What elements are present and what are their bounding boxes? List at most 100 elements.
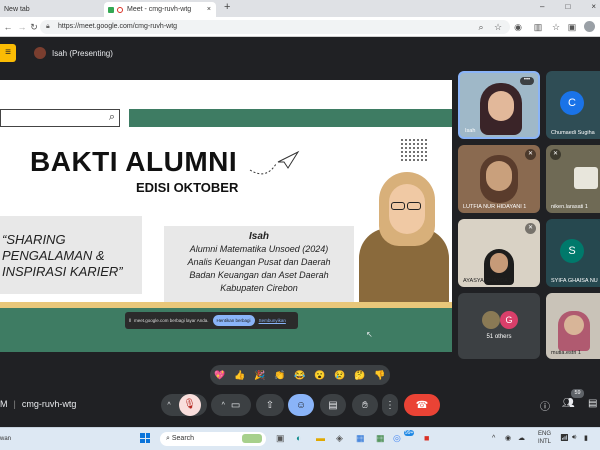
split-screen-icon[interactable]: ▥	[532, 17, 544, 37]
volume-icon[interactable]: 🔊︎	[572, 434, 576, 442]
others-tile[interactable]: G 51 others	[458, 293, 540, 359]
notification-badge: 99+	[404, 430, 415, 436]
more-vert-icon: ⋮	[385, 399, 395, 411]
dot-pattern	[400, 138, 428, 162]
reaction-sad[interactable]: 😢	[334, 370, 345, 381]
present-icon: ⇧	[265, 399, 275, 411]
new-tab-button[interactable]: +	[224, 1, 230, 13]
presenter-avatar	[34, 47, 46, 59]
hide-notice-link[interactable]: Sembunyikan	[259, 318, 286, 323]
others-label: 51 others	[486, 334, 512, 340]
meeting-info: M | cmg-ruvh-wtg	[0, 399, 77, 409]
leave-call-button[interactable]: ☎︎	[404, 394, 440, 416]
participant-tile[interactable]: ✕ AYASYA GHAYDA 1	[458, 219, 540, 287]
task-view-icon[interactable]: ▣	[276, 433, 285, 444]
reaction-laugh[interactable]: 😂	[294, 370, 305, 381]
address-toolbar: ← → ↻ 🔒︎ https://meet.google.com/cmg-ruv…	[0, 17, 600, 37]
edge-icon[interactable]: ◐	[296, 433, 301, 443]
word-icon[interactable]: ▦	[356, 433, 365, 444]
reactions-button[interactable]: ☺	[288, 394, 314, 416]
tab-new-tab[interactable]: New tab	[0, 2, 100, 17]
raise-hand-button[interactable]: ✋︎	[352, 394, 378, 416]
participant-name: AYASYA GHAYDA 1	[463, 278, 513, 284]
start-icon[interactable]	[140, 433, 150, 443]
mic-off-icon[interactable]: 🎙︎	[178, 394, 201, 416]
maximize-button[interactable]: □	[565, 2, 570, 11]
mic-options-chevron-icon[interactable]: ^	[167, 402, 170, 409]
more-options-icon[interactable]: •••	[520, 77, 534, 85]
reaction-thumbs-up[interactable]: 👍	[234, 370, 245, 381]
extension-icon[interactable]: ◉	[512, 17, 524, 37]
share-indicator-icon: ⦀	[129, 318, 131, 323]
language-indicator[interactable]: ENG INTL	[538, 430, 551, 446]
stop-sharing-button[interactable]: Hentikan berbagi	[212, 315, 255, 326]
address-bar[interactable]: 🔒︎ https://meet.google.com/cmg-ruvh-wtg	[40, 20, 510, 34]
minimize-button[interactable]: –	[540, 2, 544, 11]
reaction-clap[interactable]: 👏	[274, 370, 285, 381]
participant-tile[interactable]: S SYIFA GHAISA NU	[546, 219, 600, 287]
app-icon[interactable]: ■	[424, 433, 429, 443]
tab-meet[interactable]: Meet - cmg-ruvh-wtg ×	[104, 2, 216, 17]
more-options-button[interactable]: ⋮	[382, 394, 398, 416]
favorites-icon[interactable]: ☆	[550, 17, 562, 37]
chat-icon[interactable]: ▤	[588, 398, 597, 409]
search-placeholder: Search	[171, 435, 195, 442]
present-screen-button[interactable]: ⇧	[256, 394, 284, 416]
close-window-button[interactable]: ×	[591, 2, 596, 11]
speaker-line: Kabupaten Cirebon	[220, 283, 298, 293]
participant-avatar: S	[560, 239, 584, 263]
reload-icon[interactable]: ↻	[28, 17, 40, 37]
participant-name: mutia.estri 1	[551, 350, 581, 356]
tray-chevron-icon[interactable]: ^	[492, 435, 495, 442]
forward-icon[interactable]: →	[16, 17, 28, 37]
captions-icon: ▤	[328, 399, 338, 411]
participant-name: niken.larasati 1	[551, 204, 588, 210]
emoji-icon: ☺	[295, 399, 307, 411]
file-explorer-icon[interactable]: ▬	[316, 433, 325, 443]
camera-icon[interactable]: ▭	[231, 400, 240, 411]
camera-options-chevron-icon[interactable]: ^	[222, 402, 225, 409]
lang-line: INTL	[538, 439, 552, 445]
reaction-thinking[interactable]: 🤔	[354, 370, 365, 381]
presenter-label: Isah (Presenting)	[52, 48, 113, 58]
participant-tile[interactable]: mutia.estri 1	[546, 293, 600, 359]
paper-plane-icon	[249, 150, 300, 175]
profile-avatar[interactable]	[584, 21, 595, 32]
participant-name: Isah	[465, 128, 476, 134]
quote-line: INSPIRASI KARIER”	[2, 264, 123, 279]
wifi-icon[interactable]: 📶︎	[560, 434, 569, 442]
reaction-surprised[interactable]: 😮	[314, 370, 325, 381]
tray-onedrive-icon[interactable]: ☁︎	[518, 434, 525, 442]
participant-count-badge: 59	[571, 389, 584, 398]
tray-app-icon[interactable]: ◉	[505, 434, 511, 442]
chrome-icon[interactable]: ◎	[393, 433, 401, 444]
close-tab-icon[interactable]: ×	[207, 6, 211, 13]
info-icon[interactable]: ⓘ	[540, 398, 550, 413]
meet-favicon-icon	[108, 6, 114, 13]
taskbar-search[interactable]: ⌕ Search	[160, 432, 266, 446]
window-controls: – □ ×	[540, 2, 596, 11]
store-icon[interactable]: ◈	[336, 433, 343, 444]
end-call-icon: ☎︎	[415, 399, 429, 411]
zoom-icon[interactable]: ⌕	[475, 17, 487, 37]
bookmark-star-icon[interactable]: ☆	[492, 17, 504, 37]
slide-search-box: ⌕	[0, 109, 120, 127]
battery-icon[interactable]: ▮	[584, 434, 588, 442]
captions-button[interactable]: ▤	[320, 394, 346, 416]
collections-icon[interactable]: ▣	[566, 17, 578, 37]
reaction-thumbs-down[interactable]: 👎	[374, 370, 385, 381]
participant-tile[interactable]: ✕ LUTFIA NUR HIDAYANI 1	[458, 145, 540, 213]
reaction-party[interactable]: 🎉	[254, 370, 265, 381]
back-icon[interactable]: ←	[2, 17, 14, 37]
participant-tile[interactable]: C Chumaedi Sugiha	[546, 71, 600, 139]
camera-control: ^ ▭	[211, 394, 251, 416]
reaction-heart[interactable]: 💖	[214, 370, 225, 381]
speaker-photo	[355, 168, 452, 302]
participant-tile[interactable]: ✕ niken.larasati 1	[546, 145, 600, 213]
browser-tab-strip: New tab Meet - cmg-ruvh-wtg × + – □ ×	[0, 0, 600, 17]
participant-tile[interactable]: ••• Isah	[458, 71, 540, 139]
speaker-line: Alumni Matematika Unsoed (2024)	[189, 244, 329, 254]
people-icon[interactable]: 👥︎	[562, 398, 575, 409]
meet-menu-icon[interactable]: ≡	[0, 44, 16, 62]
excel-icon[interactable]: ▦	[376, 433, 385, 444]
